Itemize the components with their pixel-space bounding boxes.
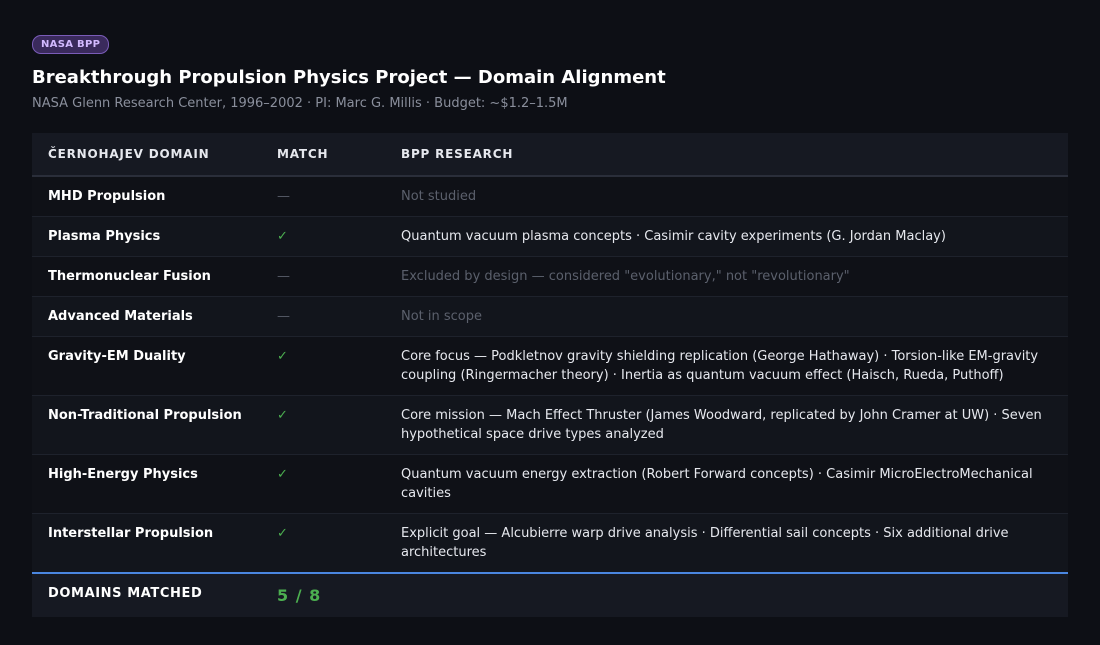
match-indicator: — (277, 269, 290, 284)
domain-alignment-table: ČERNOHAJEV DOMAIN MATCH BPP RESEARCH MHD… (32, 133, 1068, 617)
research-cell: Excluded by design — considered "evoluti… (385, 256, 1068, 297)
check-icon: ✓ (277, 229, 288, 244)
domain-cell: Plasma Physics (32, 216, 261, 257)
research-cell: Core mission — Mach Effect Thruster (Jam… (385, 395, 1068, 455)
column-header-domain: ČERNOHAJEV DOMAIN (32, 133, 261, 177)
research-cell: Core focus — Podkletnov gravity shieldin… (385, 336, 1068, 396)
check-icon: ✓ (277, 408, 288, 423)
match-indicator: — (277, 309, 290, 324)
summary-row: DOMAINS MATCHED 5 / 8 (32, 572, 1068, 617)
page-subtitle: NASA Glenn Research Center, 1996–2002 · … (32, 96, 568, 111)
research-cell: Quantum vacuum energy extraction (Robert… (385, 454, 1068, 514)
page: NASA BPP Breakthrough Propulsion Physics… (0, 0, 1100, 617)
column-header-research: BPP RESEARCH (385, 133, 1068, 177)
table-header-row: ČERNOHAJEV DOMAIN MATCH BPP RESEARCH (32, 133, 1068, 177)
check-icon: ✓ (277, 349, 288, 364)
table-row: Interstellar Propulsion ✓ Explicit goal … (32, 513, 1068, 574)
match-indicator: — (277, 189, 290, 204)
table-row: Gravity-EM Duality ✓ Core focus — Podkle… (32, 336, 1068, 396)
table-row: Advanced Materials — Not in scope (32, 296, 1068, 337)
match-cell: ✓ (261, 216, 385, 257)
match-cell: ✓ (261, 454, 385, 514)
domain-cell: Gravity-EM Duality (32, 336, 261, 396)
check-icon: ✓ (277, 467, 288, 482)
check-icon: ✓ (277, 526, 288, 541)
table-row: MHD Propulsion — Not studied (32, 176, 1068, 217)
match-cell: ✓ (261, 336, 385, 396)
domain-cell: Advanced Materials (32, 296, 261, 337)
match-cell: — (261, 296, 385, 337)
research-cell: Explicit goal — Alcubierre warp drive an… (385, 513, 1068, 574)
match-cell: — (261, 256, 385, 297)
table-body: MHD Propulsion — Not studied Plasma Phys… (32, 176, 1068, 574)
match-cell: ✓ (261, 513, 385, 574)
table-row: Non-Traditional Propulsion ✓ Core missio… (32, 395, 1068, 455)
domain-cell: Thermonuclear Fusion (32, 256, 261, 297)
research-cell: Not studied (385, 176, 1068, 217)
match-cell: ✓ (261, 395, 385, 455)
summary-spacer (385, 572, 1068, 617)
domain-cell: MHD Propulsion (32, 176, 261, 217)
page-title: Breakthrough Propulsion Physics Project … (32, 67, 666, 88)
research-cell: Quantum vacuum plasma concepts · Casimir… (385, 216, 1068, 257)
table-row: Thermonuclear Fusion — Excluded by desig… (32, 256, 1068, 297)
column-header-match: MATCH (261, 133, 385, 177)
domain-cell: Interstellar Propulsion (32, 513, 261, 574)
table-row: Plasma Physics ✓ Quantum vacuum plasma c… (32, 216, 1068, 257)
domain-cell: High-Energy Physics (32, 454, 261, 514)
table-row: High-Energy Physics ✓ Quantum vacuum ene… (32, 454, 1068, 514)
research-cell: Not in scope (385, 296, 1068, 337)
domains-matched-label: DOMAINS MATCHED (32, 572, 261, 617)
domain-cell: Non-Traditional Propulsion (32, 395, 261, 455)
domains-matched-count: 5 / 8 (261, 572, 385, 617)
nasa-bpp-badge: NASA BPP (32, 35, 110, 54)
match-cell: — (261, 176, 385, 217)
